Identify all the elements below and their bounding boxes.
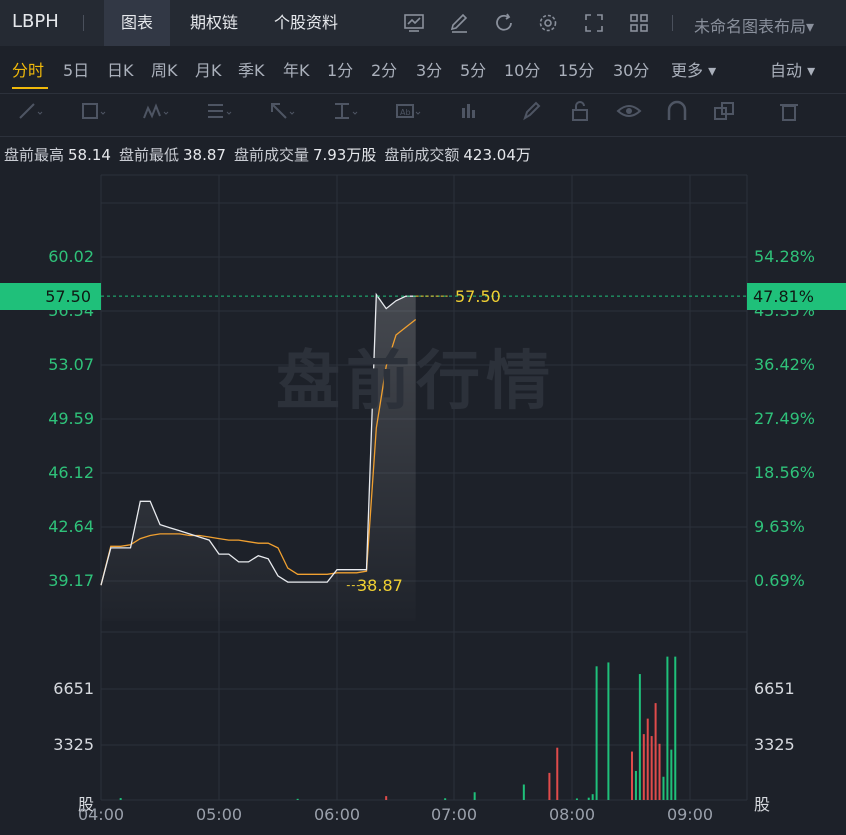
volume-tick: 3325 xyxy=(53,735,94,754)
price-tick: 60.02 xyxy=(48,247,94,266)
low-marker-label: 38.87 xyxy=(357,576,403,595)
high-marker-label: 57.50 xyxy=(455,287,501,306)
price-tick: 39.17 xyxy=(48,571,94,590)
volume-bar xyxy=(642,734,645,800)
current-percent-value: 47.81% xyxy=(753,287,815,306)
time-tick: 09:00 xyxy=(666,805,714,824)
current-price-value: 57.50 xyxy=(45,287,91,306)
percent-tick: 36.42% xyxy=(754,355,816,374)
volume-bars xyxy=(119,656,677,800)
volume-bar xyxy=(444,798,447,800)
volume-bar xyxy=(591,794,594,800)
volume-bar xyxy=(634,770,637,800)
price-tick: 46.12 xyxy=(48,463,94,482)
volume-unit: 股 xyxy=(754,795,771,814)
volume-bar xyxy=(385,796,388,800)
volume-bar xyxy=(556,747,559,800)
volume-bar xyxy=(654,703,657,800)
volume-bar xyxy=(638,674,641,800)
volume-bar xyxy=(587,797,590,800)
volume-bar xyxy=(646,718,649,800)
volume-bar xyxy=(522,784,525,800)
current-price-tag: 57.50 xyxy=(0,283,101,310)
volume-bar xyxy=(296,798,299,800)
percent-tick: 54.28% xyxy=(754,247,816,266)
volume-bar xyxy=(473,792,476,800)
time-tick: 06:00 xyxy=(313,805,361,824)
volume-tick: 6651 xyxy=(754,679,795,698)
volume-bar xyxy=(674,656,677,800)
volume-tick: 6651 xyxy=(53,679,94,698)
volume-bar xyxy=(119,798,122,800)
chart-grid xyxy=(100,174,748,801)
watermark: 盘前行情 xyxy=(276,345,556,419)
time-tick: 08:00 xyxy=(548,805,596,824)
volume-bar xyxy=(666,656,669,800)
volume-bar xyxy=(595,666,598,800)
volume-bar xyxy=(548,772,551,800)
volume-bar xyxy=(670,749,673,800)
price-tick: 53.07 xyxy=(48,355,94,374)
time-tick: 04:00 xyxy=(77,805,125,824)
current-percent-tag: 47.81% xyxy=(747,283,846,310)
volume-bar xyxy=(662,776,665,800)
price-tick: 49.59 xyxy=(48,409,94,428)
volume-bar xyxy=(658,743,661,800)
time-tick: 05:00 xyxy=(195,805,243,824)
percent-tick: 0.69% xyxy=(754,571,805,590)
time-tick: 07:00 xyxy=(430,805,478,824)
percent-tick: 27.49% xyxy=(754,409,816,428)
percent-tick: 18.56% xyxy=(754,463,816,482)
volume-bar xyxy=(575,798,578,800)
volume-bar xyxy=(607,662,610,800)
percent-tick: 9.63% xyxy=(754,517,805,536)
volume-tick: 3325 xyxy=(754,735,795,754)
volume-bar xyxy=(631,751,633,800)
volume-bar xyxy=(650,736,653,800)
price-tick: 42.64 xyxy=(48,517,94,536)
